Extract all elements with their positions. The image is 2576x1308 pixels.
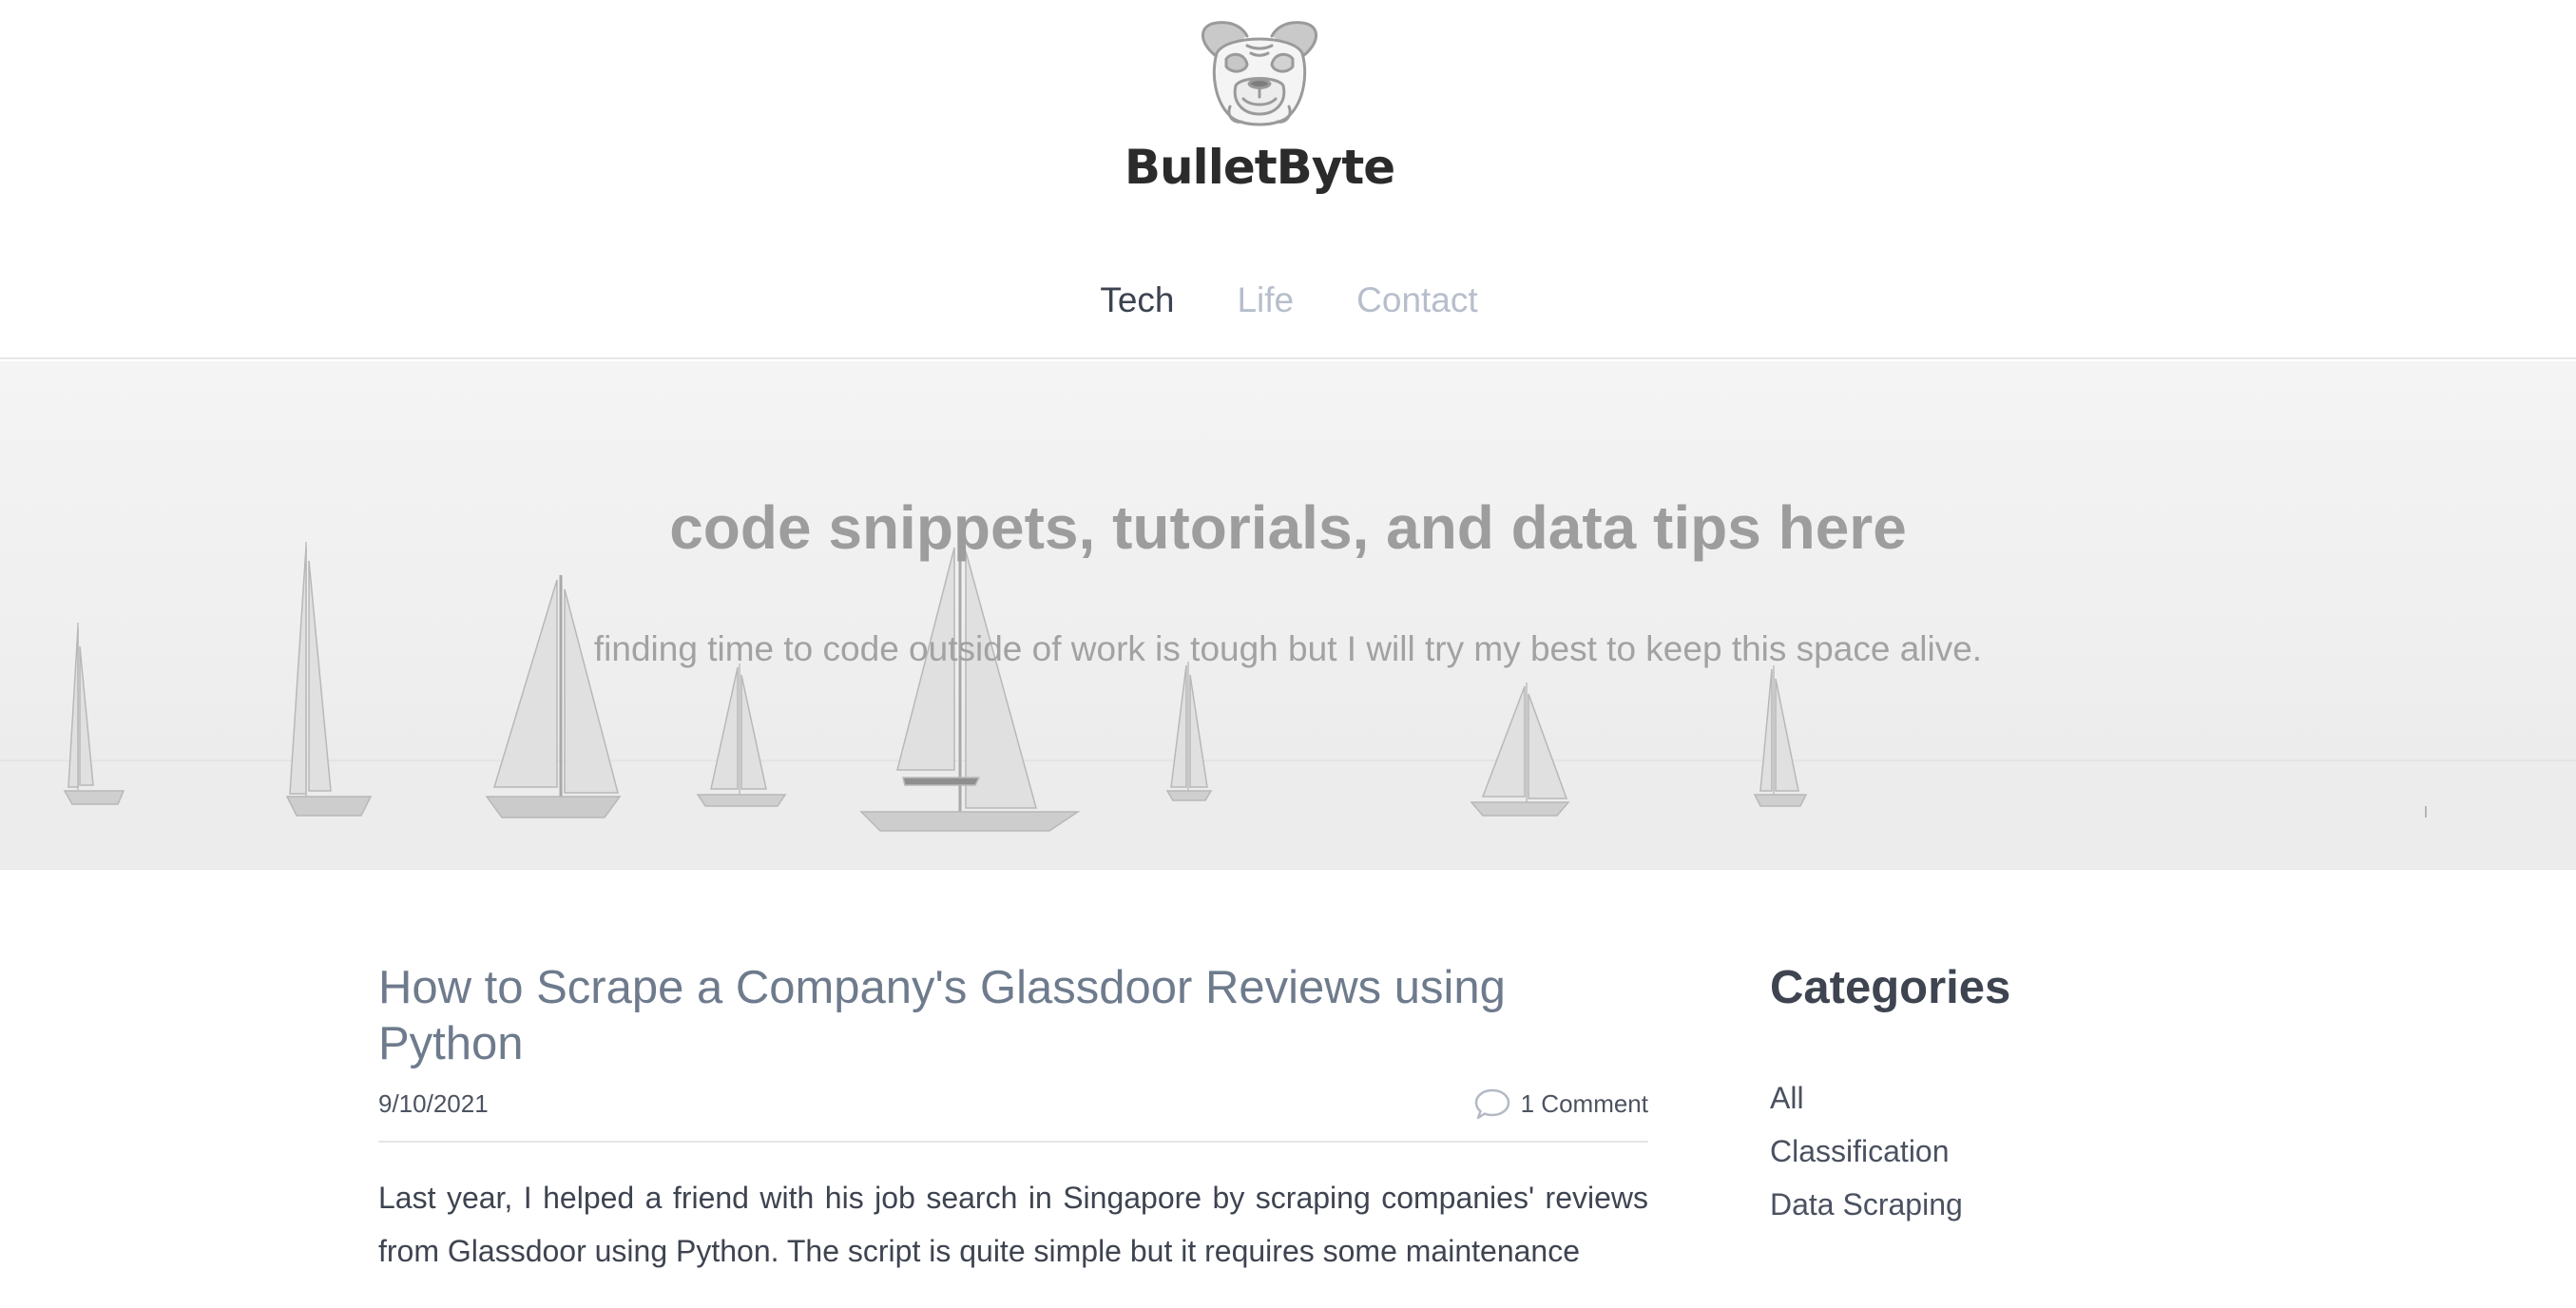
post-meta: 9/10/2021 1 Comment bbox=[378, 1087, 1648, 1143]
sidebar: Categories All Classification Data Scrap… bbox=[1770, 960, 2198, 1231]
brand-name: BulletByte bbox=[1124, 140, 1395, 195]
post-comments-link[interactable]: 1 Comment bbox=[1473, 1087, 1648, 1122]
site-logo[interactable]: BulletByte bbox=[1125, 17, 1395, 217]
category-item-classification[interactable]: Classification bbox=[1770, 1125, 2198, 1178]
category-item-all[interactable]: All bbox=[1770, 1071, 2198, 1125]
post-excerpt: Last year, I helped a friend with his jo… bbox=[378, 1180, 1648, 1268]
comment-bubble-icon bbox=[1474, 1088, 1509, 1119]
post-card: How to Scrape a Company's Glassdoor Revi… bbox=[378, 960, 1648, 1308]
hero-subtitle: finding time to code outside of work is … bbox=[593, 629, 1983, 668]
post-date: 9/10/2021 bbox=[378, 1089, 489, 1119]
nav-link-contact[interactable]: Contact bbox=[1355, 280, 1478, 320]
main-nav: Tech Life Contact bbox=[0, 280, 2576, 320]
site-header: BulletByte Tech Life Contact bbox=[0, 0, 2576, 359]
post-comments-count: 1 Comment bbox=[1520, 1089, 1648, 1119]
hero-banner: code snippets, tutorials, and data tips … bbox=[0, 361, 2576, 870]
sailboats-background-image bbox=[0, 542, 2576, 869]
categories-heading: Categories bbox=[1770, 962, 2011, 1013]
category-list: All Classification Data Scraping bbox=[1770, 1071, 2198, 1231]
category-item-data-scraping[interactable]: Data Scraping bbox=[1770, 1178, 2198, 1231]
nav-link-tech[interactable]: Tech bbox=[1098, 280, 1174, 320]
hero-title: code snippets, tutorials, and data tips … bbox=[669, 493, 1907, 562]
post-title-link[interactable]: How to Scrape a Company's Glassdoor Revi… bbox=[378, 960, 1648, 1072]
nav-link-life[interactable]: Life bbox=[1235, 280, 1294, 320]
bulldog-icon bbox=[1201, 21, 1317, 126]
